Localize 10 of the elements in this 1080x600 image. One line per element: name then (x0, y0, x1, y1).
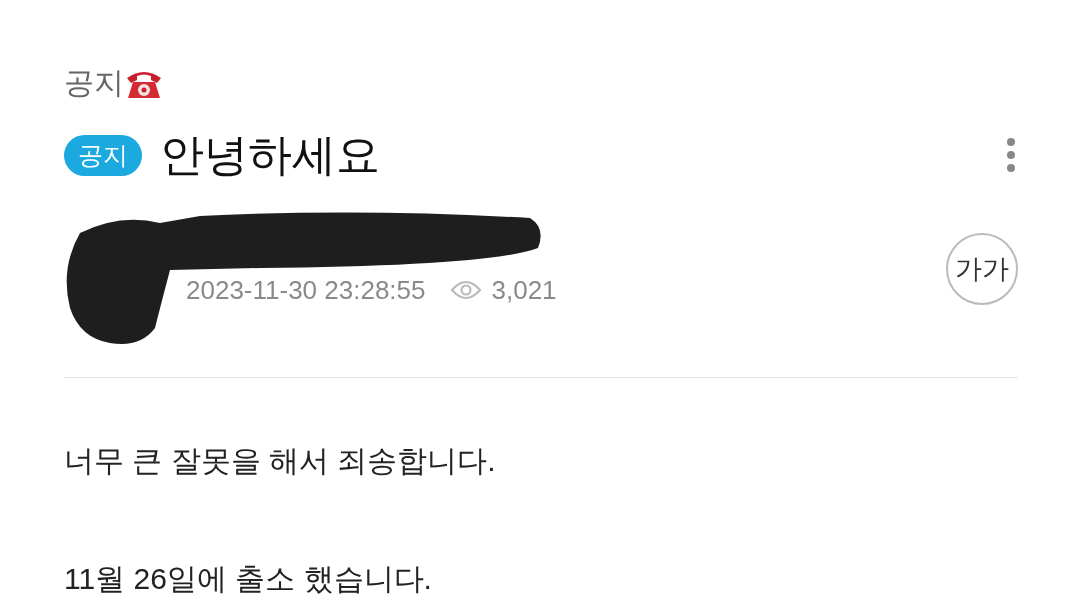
more-options-icon[interactable] (1006, 137, 1016, 173)
view-count: 3,021 (491, 277, 557, 303)
post-title: 안녕하세요 (160, 133, 381, 177)
post-date: 2023-11-30 23:28:55 (186, 277, 426, 303)
body-paragraph: 너무 큰 잘못을 해서 죄송합니다. (64, 446, 497, 476)
board-name[interactable]: 공지 (64, 67, 124, 98)
font-size-button[interactable]: 가가 (946, 233, 1018, 305)
eye-icon (449, 279, 482, 301)
notice-badge: 공지 (64, 134, 142, 176)
body-paragraph: 11월 26일에 출소 했습니다. (64, 564, 433, 594)
